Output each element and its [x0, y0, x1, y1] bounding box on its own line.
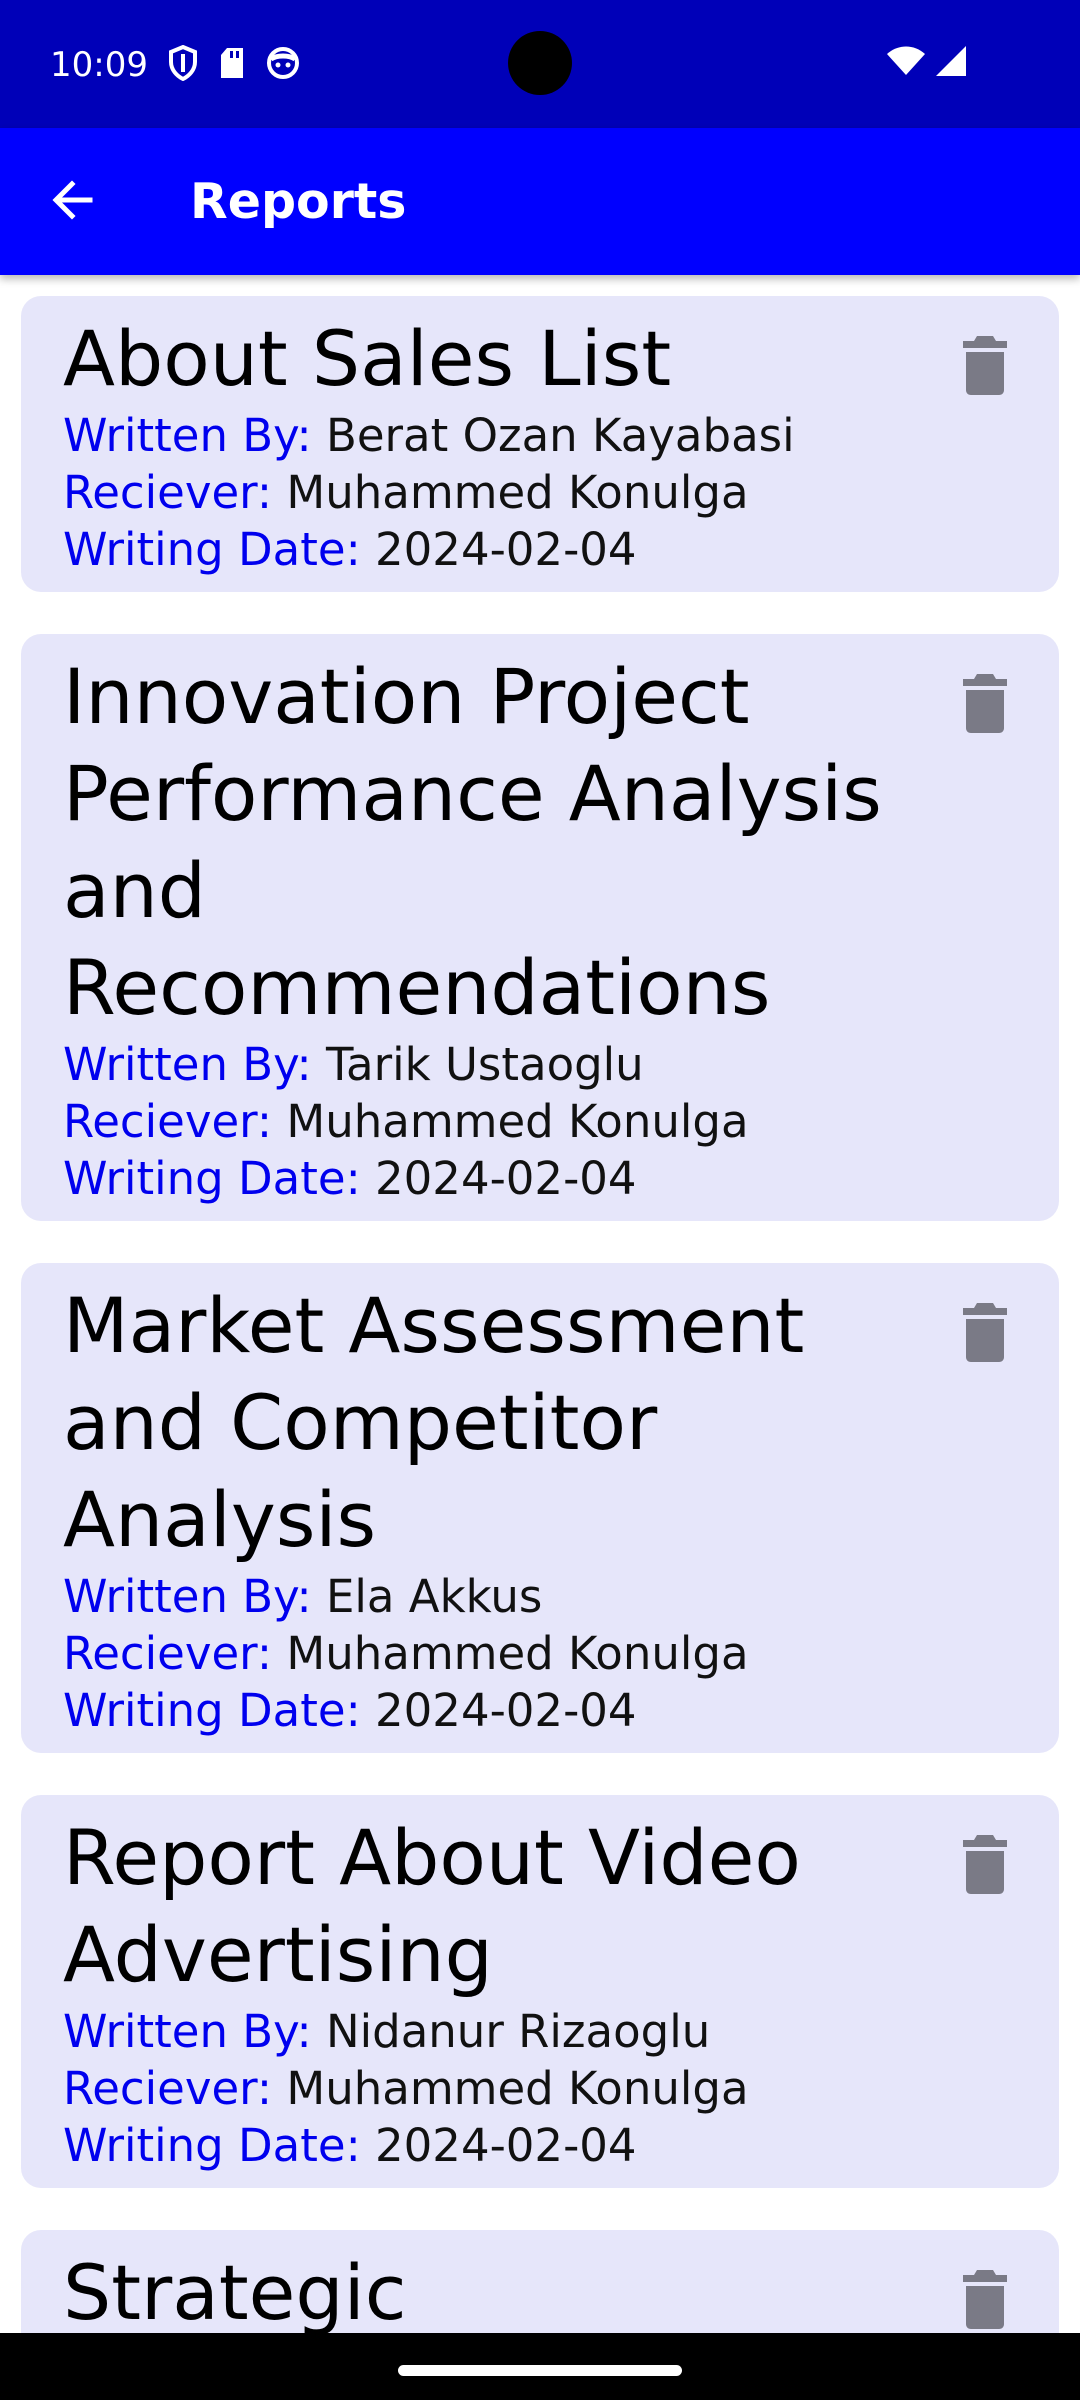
receiver-value: Muhammed Konulga: [286, 1095, 749, 1148]
shield-icon: [168, 45, 198, 81]
home-gesture-handle[interactable]: [398, 2365, 682, 2376]
back-arrow-icon: [50, 178, 94, 226]
status-bar: 10:09: [0, 0, 1080, 128]
cellular-signal-icon: [934, 44, 968, 82]
writing-date-row: Writing Date: 2024-02-04: [63, 2117, 929, 2174]
status-icons-left: [168, 45, 300, 81]
report-title: Innovation Project Performance Analysis …: [63, 652, 882, 1032]
report-card[interactable]: Strategic Written By: Reciever:: [21, 2230, 1059, 2333]
written-by-value: Berat Ozan Kayabasi: [325, 409, 795, 462]
navigation-bar: [0, 2333, 1080, 2400]
written-by-row: Written By: Ela Akkus: [63, 1568, 929, 1625]
trash-icon: [961, 674, 1009, 738]
receiver-value: Muhammed Konulga: [286, 466, 749, 519]
receiver-label: Reciever:: [63, 2062, 273, 2115]
receiver-label: Reciever:: [63, 466, 273, 519]
writing-date-value: 2024-02-04: [375, 1684, 637, 1737]
written-by-label: Written By:: [63, 1570, 312, 1623]
writing-date-row: Writing Date: 2024-02-04: [63, 1150, 929, 1207]
report-card[interactable]: Report About Video Advertising Written B…: [21, 1795, 1059, 2188]
back-button[interactable]: [28, 158, 116, 246]
report-title: Strategic: [63, 2248, 407, 2333]
app-bar: Reports: [0, 128, 1080, 275]
written-by-value: Ela Akkus: [325, 1570, 543, 1623]
receiver-row: Reciever: Muhammed Konulga: [63, 1625, 929, 1682]
wifi-icon: [886, 45, 926, 81]
report-list: About Sales List Written By: Berat Ozan …: [21, 296, 1059, 2333]
written-by-label: Written By:: [63, 2005, 312, 2058]
reports-scroll-area[interactable]: About Sales List Written By: Berat Ozan …: [0, 275, 1080, 2333]
report-card[interactable]: Market Assessment and Competitor Analysi…: [21, 1263, 1059, 1753]
delete-button[interactable]: [953, 1303, 1017, 1375]
camera-cutout: [508, 31, 572, 95]
receiver-row: Reciever: Muhammed Konulga: [63, 1093, 929, 1150]
receiver-label: Reciever:: [63, 1627, 273, 1680]
writing-date-label: Writing Date:: [63, 1152, 361, 1205]
trash-icon: [961, 1835, 1009, 1899]
written-by-label: Written By:: [63, 1038, 312, 1091]
receiver-value: Muhammed Konulga: [286, 2062, 749, 2115]
writing-date-value: 2024-02-04: [375, 1152, 637, 1205]
delete-button[interactable]: [953, 674, 1017, 746]
trash-icon: [961, 336, 1009, 400]
written-by-row: Written By: Nidanur Rizaoglu: [63, 2003, 929, 2060]
face-icon: [266, 46, 300, 80]
writing-date-value: 2024-02-04: [375, 2119, 637, 2172]
report-title: Report About Video Advertising: [63, 1813, 801, 1999]
status-time: 10:09: [50, 45, 148, 85]
written-by-label: Written By:: [63, 409, 312, 462]
writing-date-label: Writing Date:: [63, 1684, 361, 1737]
report-card[interactable]: About Sales List Written By: Berat Ozan …: [21, 296, 1059, 592]
trash-icon: [961, 2270, 1009, 2333]
report-title: About Sales List: [63, 314, 672, 403]
receiver-label: Reciever:: [63, 1095, 273, 1148]
receiver-value: Muhammed Konulga: [286, 1627, 749, 1680]
writing-date-value: 2024-02-04: [375, 523, 637, 576]
written-by-value: Tarik Ustaoglu: [325, 1038, 644, 1091]
receiver-row: Reciever: Muhammed Konulga: [63, 464, 929, 521]
report-title: Market Assessment and Competitor Analysi…: [63, 1281, 805, 1564]
writing-date-row: Writing Date: 2024-02-04: [63, 1682, 929, 1739]
writing-date-label: Writing Date:: [63, 2119, 361, 2172]
delete-button[interactable]: [953, 2270, 1017, 2333]
delete-button[interactable]: [953, 1835, 1017, 1907]
receiver-row: Reciever: Muhammed Konulga: [63, 2060, 929, 2117]
writing-date-label: Writing Date:: [63, 523, 361, 576]
writing-date-row: Writing Date: 2024-02-04: [63, 521, 929, 578]
page-title: Reports: [190, 173, 407, 230]
report-card[interactable]: Innovation Project Performance Analysis …: [21, 634, 1059, 1221]
written-by-value: Nidanur Rizaoglu: [325, 2005, 711, 2058]
trash-icon: [961, 1303, 1009, 1367]
written-by-row: Written By: Tarik Ustaoglu: [63, 1036, 929, 1093]
sd-card-icon: [218, 46, 246, 80]
status-icons-right: [886, 44, 968, 82]
delete-button[interactable]: [953, 336, 1017, 408]
written-by-row: Written By: Berat Ozan Kayabasi: [63, 407, 929, 464]
